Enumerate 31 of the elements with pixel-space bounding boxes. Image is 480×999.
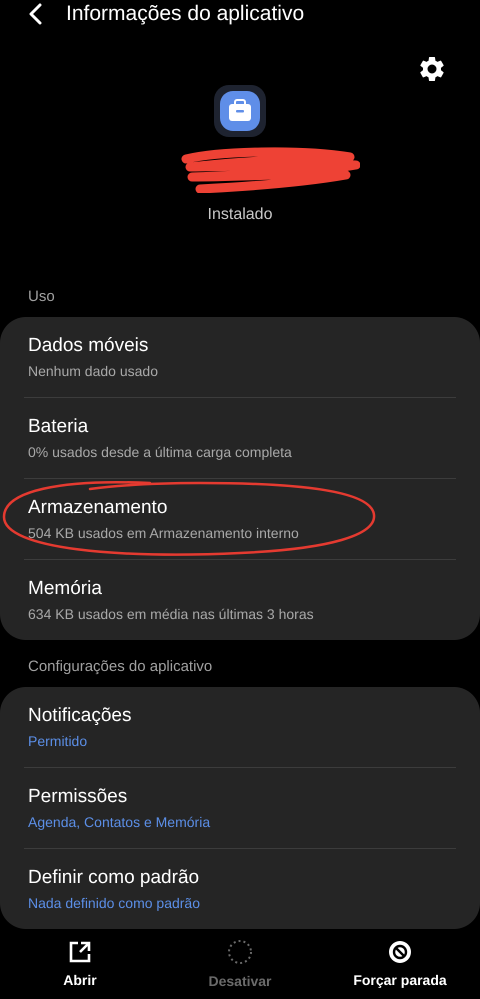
screen-title: Informações do aplicativo bbox=[66, 2, 304, 26]
item-subtitle: Permitido bbox=[28, 732, 88, 750]
item-title: Memória bbox=[28, 577, 102, 601]
settings-item[interactable]: Bateria 0% usados desde a última carga completa bbox=[0, 398, 480, 478]
item-subtitle: Nada definido como padrão bbox=[28, 894, 200, 912]
open-external-icon bbox=[68, 940, 92, 964]
action-button[interactable]: Forçar parada bbox=[320, 929, 480, 999]
settings-item[interactable]: Dados móveis Nenhum dado usado bbox=[0, 317, 480, 397]
item-title: Armazenamento bbox=[28, 496, 168, 520]
section-header: Configurações do aplicativo bbox=[27, 657, 214, 677]
item-title: Definir como padrão bbox=[28, 866, 200, 890]
item-subtitle: 634 KB usados em média nas últimas 3 horas bbox=[28, 605, 314, 623]
item-title: Notificações bbox=[28, 704, 132, 728]
stop-icon bbox=[388, 940, 412, 964]
item-subtitle: 0% usados desde a última carga completa bbox=[28, 443, 292, 461]
settings-item[interactable]: Memória 634 KB usados em média nas últimas 3 horas bbox=[0, 560, 480, 640]
settings-item[interactable]: Definir como padrão Nada definido como padrão bbox=[0, 849, 480, 929]
item-title: Bateria bbox=[28, 415, 88, 439]
install-status: Instalado bbox=[206, 205, 274, 225]
dotted-circle-icon bbox=[227, 939, 253, 965]
item-title: Permissões bbox=[28, 785, 128, 809]
item-subtitle: Agenda, Contatos e Memória bbox=[28, 813, 210, 831]
item-subtitle: 504 KB usados em Armazenamento interno bbox=[28, 524, 299, 542]
briefcase-app-icon bbox=[214, 85, 266, 137]
action-button[interactable]: Abrir bbox=[0, 929, 160, 999]
settings-item[interactable]: Armazenamento 504 KB usados em Armazenamento interno bbox=[0, 479, 480, 559]
item-subtitle: Nenhum dado usado bbox=[28, 362, 158, 380]
settings-item[interactable]: Permissões Agenda, Contatos e Memória bbox=[0, 768, 480, 848]
section-header: Uso bbox=[27, 287, 56, 307]
item-title: Dados móveis bbox=[28, 334, 148, 358]
settings-item[interactable]: Notificações Permitido bbox=[0, 687, 480, 767]
